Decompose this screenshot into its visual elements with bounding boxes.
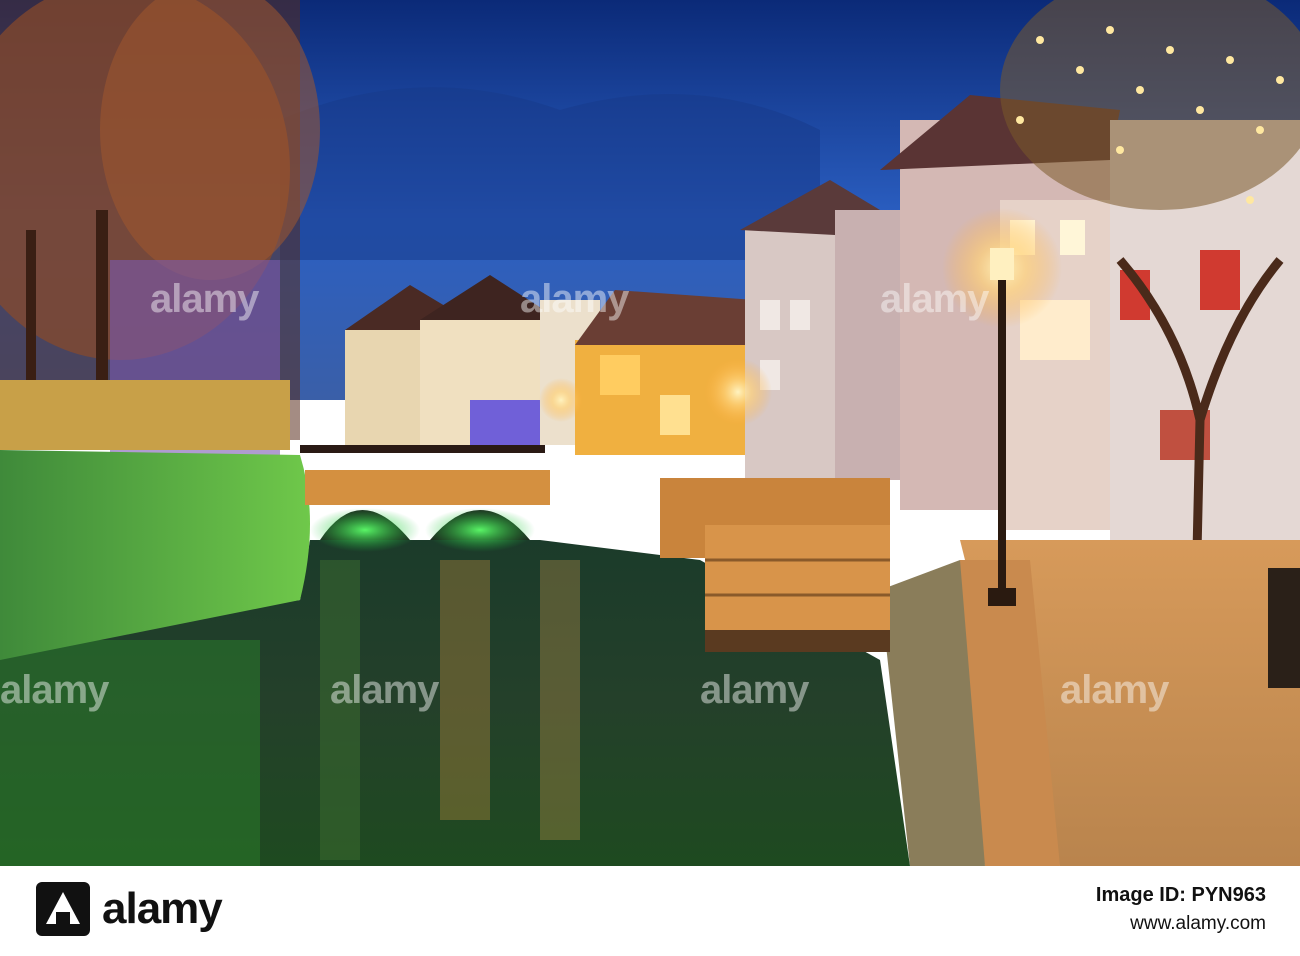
footer-bar: alamy Image ID: PYN963 www.alamy.com (0, 866, 1300, 956)
brand-name: alamy (102, 884, 223, 933)
alamy-logo-icon (36, 882, 90, 936)
bridge (300, 445, 550, 552)
image-meta: Image ID: PYN963 www.alamy.com (1096, 884, 1266, 935)
night-canal-scene (0, 0, 1300, 866)
half-timbered-houses (345, 275, 755, 455)
image-id: Image ID: PYN963 (1095, 884, 1266, 906)
site-url[interactable]: www.alamy.com (1096, 913, 1266, 935)
brand-logo[interactable]: alamy (34, 880, 223, 938)
bench (1268, 568, 1300, 688)
photo: alamy alamy alamy alamy alamy alamy alam… (0, 0, 1300, 866)
